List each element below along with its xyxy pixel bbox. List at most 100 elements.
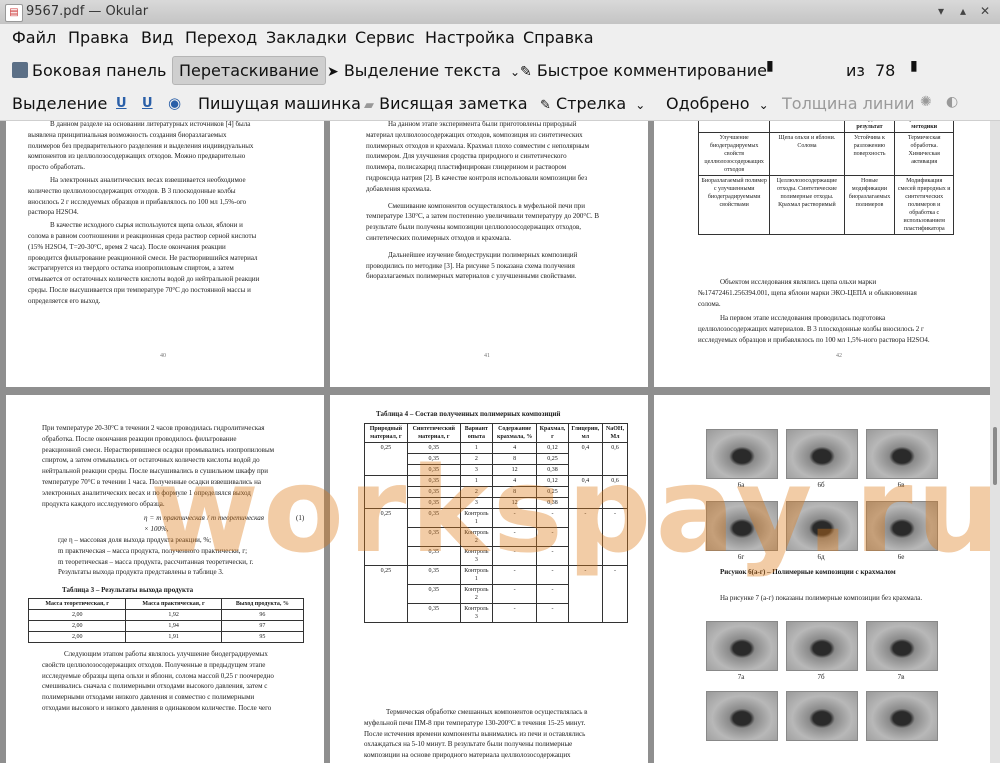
pdf-page-41: На данном этапе эксперимента были пригот… — [330, 121, 648, 387]
table-row: Биоразлагаемый полимер с улучшенными био… — [697, 175, 954, 235]
vertical-scrollbar[interactable] — [990, 121, 1000, 763]
text-selection-button[interactable]: ➤ Выделение текста ⌄ — [327, 61, 520, 80]
main-toolbar: Боковая панель Перетаскивание ➤ Выделени… — [0, 52, 1000, 135]
photo-caption: 7б — [817, 673, 825, 681]
menu-edit[interactable]: Правка — [68, 28, 129, 47]
page-text: На данном этапе эксперимента были пригот… — [366, 121, 600, 281]
page-number: 41 — [484, 353, 490, 359]
page-of-label: из — [846, 61, 865, 80]
table-title: Таблица 4 – Состав полученных полимерных… — [376, 410, 561, 418]
photo-6d — [706, 501, 778, 551]
menu-help[interactable]: Справка — [523, 28, 594, 47]
table-row: 2,00 1,92 96 — [27, 609, 305, 621]
stamp-icon[interactable]: ◉ — [168, 94, 181, 112]
table-title: Таблица 3 – Результаты выхода продукта — [62, 586, 194, 594]
photo-7c — [866, 621, 938, 671]
chevron-down-icon: ⌄ — [635, 98, 646, 112]
chevron-down-icon: ⌄ — [758, 98, 769, 112]
photo-6c — [866, 429, 938, 479]
photo-7d — [706, 691, 778, 741]
next-page-icon[interactable]: ▮ — [910, 58, 918, 74]
color-icon[interactable]: ✺ — [920, 94, 932, 110]
page-text: В данном разделе на основании литературн… — [28, 121, 260, 305]
cursor-icon: ➤ — [327, 64, 339, 80]
annotation-toolbar: Выделение U U ◉ Пишущая машинка ▰ Висяща… — [0, 88, 1000, 121]
table-row: 0,25 0,35 Контроль 1 - - - - — [364, 508, 628, 566]
figure-note: На рисунке 7 (а-г) показаны полимерные к… — [720, 594, 923, 602]
menu-go[interactable]: Переход — [185, 28, 257, 47]
table-row: Улучшение биодеградируемых свойств целлю… — [697, 132, 954, 176]
pdf-page-45: 6а 6б 6в 6г 6д 6е Рисунок 6(а-г) – Полим… — [654, 395, 990, 763]
underline-icon[interactable]: U — [116, 96, 127, 111]
arrow-button[interactable]: ✎ Стрелка ⌄ — [540, 94, 645, 113]
quick-annotation-button[interactable]: ✎ Быстрое комментирование — [520, 61, 767, 80]
photo-6f — [866, 501, 938, 551]
page-number: 40 — [160, 353, 166, 359]
photo-caption: 6б — [817, 481, 825, 489]
photo-7a — [706, 621, 778, 671]
sticky-note-button[interactable]: ▰ Висящая заметка — [364, 94, 528, 113]
table-row: 0,25 0,35 1 4 0,12 0,4 0,6 — [364, 442, 628, 476]
formula: η = m практическая / m теоретическая × 1… — [144, 514, 264, 533]
window-title: 9567.pdf — Okular — [26, 4, 149, 19]
page-text: При температуре 20-30°С в течении 2 часо… — [42, 424, 275, 508]
page-text: Объектом исследования являлись щепа ольх… — [698, 278, 930, 344]
sidebar-icon — [12, 62, 28, 78]
pdf-page-42: Этап исследования Объект исследования Пл… — [654, 121, 990, 387]
line-width-button[interactable]: Толщина линии — [782, 94, 915, 113]
typewriter-button[interactable]: Пишущая машинка — [198, 94, 361, 113]
previous-page-icon[interactable]: ▮ — [766, 58, 774, 74]
photo-6e — [786, 501, 858, 551]
formula-number: (1) — [296, 514, 305, 522]
composition-table: Природный материал, г Синтетический мате… — [364, 423, 628, 623]
pdf-page-44: Таблица 4 – Состав полученных полимерных… — [330, 395, 648, 763]
page-total-label: 78 — [875, 61, 896, 80]
table-row: 0,35 1 4 0,12 0,4 0,6 — [364, 475, 628, 509]
photo-caption: 6е — [897, 553, 905, 561]
sidebar-button[interactable]: Боковая панель — [12, 61, 166, 80]
document-viewport[interactable]: В данном разделе на основании литературн… — [0, 121, 990, 763]
figure-caption: Рисунок 6(а-г) – Полимерные композиции с… — [720, 568, 896, 576]
menu-bar: Файл Правка Вид Переход Закладки Сервис … — [0, 24, 1000, 52]
page-text: Следующим этапом работы являлось улучшен… — [42, 650, 274, 712]
menu-tools[interactable]: Сервис — [355, 28, 415, 47]
minimize-button[interactable]: ▾ — [932, 2, 950, 20]
menu-view[interactable]: Вид — [141, 28, 173, 47]
table-row: 2,00 1,94 97 — [27, 620, 305, 632]
approved-stamp-button[interactable]: Одобрено ⌄ — [666, 94, 769, 113]
page-number: 42 — [836, 353, 842, 359]
photo-7b — [786, 621, 858, 671]
photo-caption: 7а — [737, 673, 745, 681]
menu-settings[interactable]: Настройка — [425, 28, 515, 47]
opacity-icon[interactable]: ◐ — [946, 94, 958, 110]
menu-bookmarks[interactable]: Закладки — [266, 28, 347, 47]
highlight-button[interactable]: Выделение — [12, 94, 107, 113]
formula-legend: где η – массовая доля выхода продукта ре… — [58, 536, 254, 577]
photo-caption: 6а — [737, 481, 745, 489]
note-icon: ▰ — [364, 98, 374, 113]
scrollbar-thumb[interactable] — [993, 427, 997, 485]
pdf-page-43: При температуре 20-30°С в течении 2 часо… — [6, 395, 324, 763]
photo-6a — [706, 429, 778, 479]
pen-icon: ✎ — [520, 64, 532, 80]
photo-caption: 6в — [897, 481, 905, 489]
page-text: Термическая обработке смешанных компонен… — [364, 708, 588, 760]
photo-7e — [786, 691, 858, 741]
table-row: 0,25 0,35 Контроль 1 - - - - — [364, 565, 628, 623]
pdf-icon: ▤ — [5, 4, 23, 22]
chevron-down-icon: ⌄ — [510, 65, 521, 79]
squiggle-icon[interactable]: U — [142, 96, 153, 111]
menu-file[interactable]: Файл — [12, 28, 56, 47]
pdf-page-40: В данном разделе на основании литературн… — [6, 121, 324, 387]
maximize-button[interactable]: ▴ — [954, 2, 972, 20]
browse-tool-button[interactable]: Перетаскивание — [172, 56, 326, 85]
research-plan-table: Этап исследования Объект исследования Пл… — [697, 121, 954, 235]
close-button[interactable]: ✕ — [976, 2, 994, 20]
brush-icon: ✎ — [540, 98, 551, 113]
photo-caption: 6д — [817, 553, 825, 561]
title-bar: ▤ 9567.pdf — Okular ▾ ▴ ✕ — [0, 0, 1000, 25]
photo-caption: 6г — [737, 553, 745, 561]
photo-caption: 7в — [897, 673, 905, 681]
photo-7f — [866, 691, 938, 741]
table-row: 2,00 1,91 95 — [27, 631, 305, 643]
